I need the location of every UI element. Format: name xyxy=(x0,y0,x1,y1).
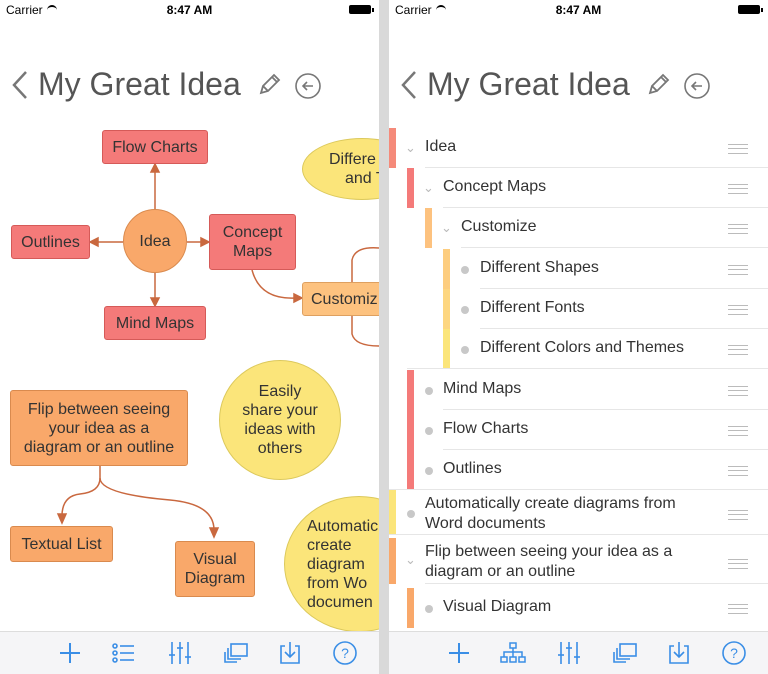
back-circle-icon[interactable] xyxy=(683,72,711,100)
drag-handle-icon[interactable] xyxy=(728,224,748,234)
outline-row-automatic[interactable]: Automatically create diagrams from Word … xyxy=(389,490,768,535)
outline-row-concept-maps[interactable]: ⌄ Concept Maps xyxy=(389,168,768,208)
expand-chevron-icon[interactable]: ⌄ xyxy=(405,140,416,156)
node-outlines[interactable]: Outlines xyxy=(11,225,90,259)
outline-label: Different Colors and Themes xyxy=(480,339,684,356)
status-bar-right: Carrier 8:47 AM xyxy=(389,0,768,20)
outline-label: Outlines xyxy=(443,460,502,477)
drag-handle-icon[interactable] xyxy=(728,426,748,436)
battery-icon xyxy=(738,5,763,14)
sliders-icon[interactable] xyxy=(555,640,583,666)
bullet-dot xyxy=(425,605,433,613)
list-view-icon[interactable] xyxy=(110,640,138,666)
outline-row-customize[interactable]: ⌄ Customize xyxy=(389,208,768,248)
outline-label: Mind Maps xyxy=(443,380,522,397)
node-mind-maps[interactable]: Mind Maps xyxy=(104,306,206,340)
outline-row-different-colors[interactable]: Different Colors and Themes xyxy=(389,329,768,369)
bullet-dot xyxy=(425,467,433,475)
outline-row-different-fonts[interactable]: Different Fonts xyxy=(389,289,768,329)
expand-chevron-icon[interactable]: ⌄ xyxy=(441,220,452,236)
drag-handle-icon[interactable] xyxy=(728,345,748,355)
outline-row-different-shapes[interactable]: Different Shapes xyxy=(389,249,768,289)
add-icon[interactable] xyxy=(445,640,473,666)
svg-text:?: ? xyxy=(341,645,349,661)
node-idea[interactable]: Idea xyxy=(123,209,187,273)
help-icon[interactable]: ? xyxy=(720,640,748,666)
node-textual-list[interactable]: Textual List xyxy=(10,526,113,562)
bullet-dot xyxy=(461,266,469,274)
download-icon[interactable] xyxy=(276,640,304,666)
outline-row-flip[interactable]: ⌄ Flip between seeing your idea as a dia… xyxy=(389,538,768,584)
outline-label: Idea xyxy=(425,138,457,155)
outline-label: Customize xyxy=(461,218,537,235)
node-different-line1: Differe xyxy=(329,151,376,168)
sliders-icon[interactable] xyxy=(166,640,194,666)
bullet-dot xyxy=(407,510,415,518)
outline-label: Flow Charts xyxy=(443,420,529,437)
bullet-dot xyxy=(425,427,433,435)
outline-label: Different Shapes xyxy=(480,259,599,276)
bottom-toolbar-right: ? xyxy=(389,631,768,674)
outline-label: Concept Maps xyxy=(443,178,547,195)
drag-handle-icon[interactable] xyxy=(728,466,748,476)
node-customize[interactable]: Customiz xyxy=(302,282,379,316)
outline-label: Visual Diagram xyxy=(443,598,552,615)
bottom-toolbar: ? xyxy=(0,631,379,674)
expand-chevron-icon[interactable]: ⌄ xyxy=(405,552,416,568)
node-concept-maps[interactable]: Concept Maps xyxy=(209,214,296,270)
diagram-pane: Carrier 8:47 AM My Great Idea Flow Chart… xyxy=(0,0,379,674)
outline-label: Flip between seeing your idea as a diagr… xyxy=(425,543,673,580)
node-flip[interactable]: Flip between seeing your idea as a diagr… xyxy=(10,390,188,466)
drag-handle-icon[interactable] xyxy=(728,386,748,396)
outline-row-idea[interactable]: ⌄ Idea xyxy=(389,128,768,168)
nav-bar-right: My Great Idea xyxy=(389,62,768,110)
bullet-dot xyxy=(425,387,433,395)
outline-row-outlines[interactable]: Outlines xyxy=(389,450,768,490)
drag-handle-icon[interactable] xyxy=(728,265,748,275)
hierarchy-icon[interactable] xyxy=(499,640,527,666)
download-icon[interactable] xyxy=(665,640,693,666)
outline-row-visual-diagram[interactable]: Visual Diagram xyxy=(389,588,768,628)
status-time: 8:47 AM xyxy=(555,3,602,17)
windows-icon[interactable] xyxy=(611,640,639,666)
outline-label: Automatically create diagrams from Word … xyxy=(425,495,676,532)
help-icon[interactable]: ? xyxy=(331,640,359,666)
outline-pane: Carrier 8:47 AM My Great Idea ⌄ Idea ⌄ C… xyxy=(389,0,768,674)
edit-pencil-icon[interactable] xyxy=(645,72,671,98)
outline-row-mind-maps[interactable]: Mind Maps xyxy=(389,370,768,410)
node-share[interactable]: Easily share your ideas with others xyxy=(219,360,341,480)
node-visual-diagram[interactable]: Visual Diagram xyxy=(175,541,255,597)
page-title: My Great Idea xyxy=(427,66,630,102)
drag-handle-icon[interactable] xyxy=(728,305,748,315)
expand-chevron-icon[interactable]: ⌄ xyxy=(423,180,434,196)
drag-handle-icon[interactable] xyxy=(728,559,748,569)
bullet-dot xyxy=(461,346,469,354)
node-different-line2: and T xyxy=(345,170,379,187)
node-flow-charts[interactable]: Flow Charts xyxy=(102,130,208,164)
drag-handle-icon[interactable] xyxy=(728,604,748,614)
add-icon[interactable] xyxy=(56,640,84,666)
svg-text:?: ? xyxy=(730,645,738,661)
drag-handle-icon[interactable] xyxy=(728,184,748,194)
outline-row-flow-charts[interactable]: Flow Charts xyxy=(389,410,768,450)
windows-icon[interactable] xyxy=(222,640,250,666)
bullet-dot xyxy=(461,306,469,314)
drag-handle-icon[interactable] xyxy=(728,510,748,520)
drag-handle-icon[interactable] xyxy=(728,144,748,154)
back-chevron-icon[interactable] xyxy=(399,70,419,100)
outline-label: Different Fonts xyxy=(480,299,585,316)
